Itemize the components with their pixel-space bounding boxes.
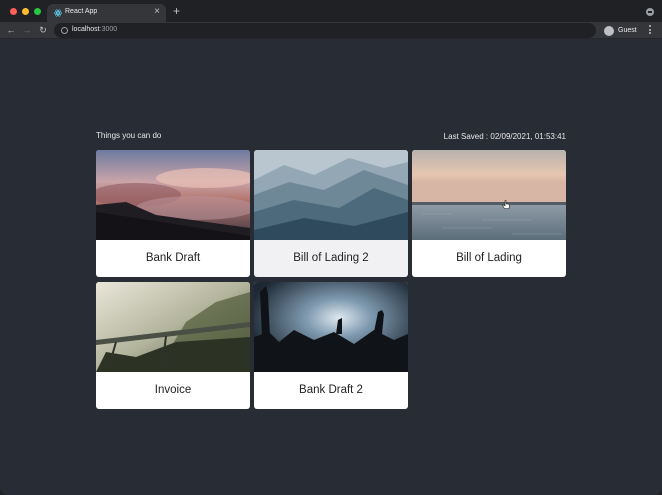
- card-image: [254, 150, 408, 240]
- hand-pointer-cursor-icon: [502, 200, 510, 209]
- card-bill-of-lading[interactable]: Bill of Lading: [412, 150, 566, 277]
- profile-label: Guest: [618, 27, 637, 34]
- reload-icon[interactable]: ↻: [36, 23, 50, 37]
- card-image: [412, 150, 566, 240]
- react-logo-icon: [54, 9, 62, 17]
- url-text: localhost:3000: [72, 26, 117, 33]
- browser-toolbar: ← → ↻ localhost:3000 Guest: [0, 22, 662, 39]
- minimize-window-button[interactable]: [22, 8, 29, 15]
- browser-window: React App × + ← → ↻ localhost:3000 Guest…: [0, 0, 662, 495]
- tab-react-app[interactable]: React App ×: [47, 4, 166, 22]
- site-info-icon[interactable]: [61, 27, 68, 34]
- card-bank-draft-2[interactable]: Bank Draft 2: [254, 282, 408, 409]
- address-bar[interactable]: localhost:3000: [54, 23, 596, 38]
- card-image: [96, 150, 250, 240]
- card-invoice[interactable]: Invoice: [96, 282, 250, 409]
- card-bank-draft[interactable]: Bank Draft: [96, 150, 250, 277]
- window-controls: [10, 8, 41, 15]
- browser-menu-icon[interactable]: [648, 25, 652, 36]
- tab-close-icon[interactable]: ×: [154, 6, 160, 18]
- maximize-window-button[interactable]: [34, 8, 41, 15]
- tab-title: React App: [65, 8, 98, 15]
- card-image: [96, 282, 250, 372]
- guest-avatar-icon: [604, 26, 614, 36]
- tab-search-icon[interactable]: [646, 8, 654, 16]
- card-title: Bank Draft 2: [299, 384, 363, 396]
- card-bill-of-lading-2[interactable]: Bill of Lading 2: [254, 150, 408, 277]
- url-port: :3000: [99, 26, 118, 33]
- last-saved-status: Last Saved : 02/09/2021, 01:53:41: [443, 132, 566, 141]
- card-title: Bank Draft: [145, 252, 201, 264]
- profile-button[interactable]: Guest: [602, 23, 642, 38]
- url-host: localhost: [72, 26, 100, 33]
- page-heading: Things you can do: [96, 131, 162, 140]
- card-title: Bill of Lading 2: [293, 252, 369, 264]
- new-tab-button[interactable]: +: [173, 5, 180, 17]
- close-window-button[interactable]: [10, 8, 17, 15]
- card-title: Bill of Lading: [456, 252, 522, 264]
- card-image: [254, 282, 408, 372]
- page-content: Things you can do Last Saved : 02/09/202…: [0, 40, 662, 495]
- back-arrow-icon[interactable]: ←: [4, 23, 18, 37]
- forward-arrow-icon[interactable]: →: [20, 23, 34, 37]
- card-title: Invoice: [154, 384, 192, 396]
- tab-strip: React App × +: [0, 0, 662, 22]
